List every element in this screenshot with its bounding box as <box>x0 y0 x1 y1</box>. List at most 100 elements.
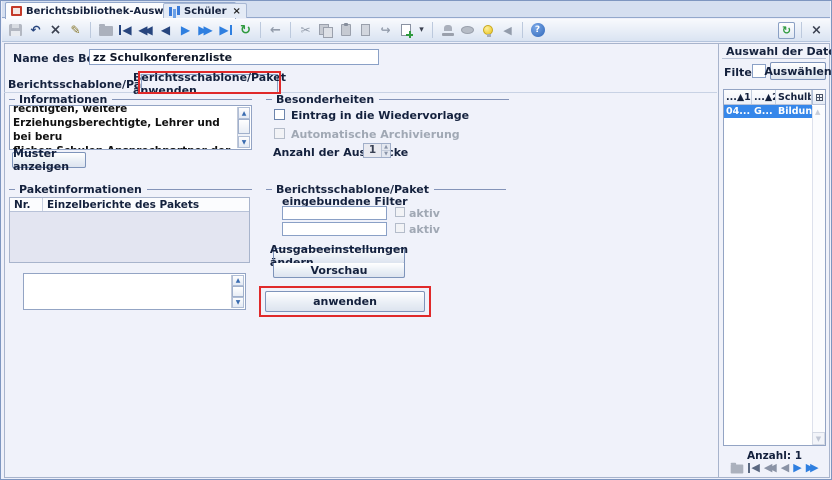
floppy-disk-icon <box>9 24 22 36</box>
edit-icon[interactable]: ✎ <box>67 22 84 39</box>
oval-badge-icon[interactable] <box>459 22 476 39</box>
tab-schablone-anwenden[interactable]: Berichtsschablone/Paket anwenden <box>141 74 278 93</box>
window-tab-bar: Berichtsbibliothek-Auswertungen × Schüle… <box>2 1 830 18</box>
spin-up-icon[interactable]: ▲ <box>382 144 390 151</box>
ausgabeeinstellungen-button[interactable]: Ausgabeeinstellungen ändern <box>273 248 405 264</box>
filter2-aktiv-label: aktiv <box>409 223 440 236</box>
anwenden-button[interactable]: anwenden <box>265 291 425 312</box>
informationen-textarea[interactable]: rechtigten, weitere Erziehungsberechtigt… <box>9 105 252 150</box>
muster-anzeigen-button[interactable]: Muster anzeigen <box>12 152 86 168</box>
informationen-text: rechtigten, weitere Erziehungsberechtigt… <box>13 105 235 150</box>
refresh-data-button[interactable]: ↻ <box>778 22 795 39</box>
new-document-icon[interactable] <box>397 22 414 39</box>
report-name-input[interactable] <box>89 49 379 65</box>
nav-first-icon[interactable]: ◀ <box>117 22 134 39</box>
paket-table[interactable]: Nr. Einzelberichte des Pakets <box>9 197 250 263</box>
toolbar-right-group: ↻ × <box>778 22 825 39</box>
column-header-nr[interactable]: Nr. <box>10 198 43 211</box>
spin-down-icon[interactable]: ▼ <box>382 151 390 157</box>
copy-icon[interactable] <box>317 22 334 39</box>
grid-scrollbar[interactable]: ▲ ▼ <box>812 106 825 445</box>
toolbar-separator <box>260 22 261 38</box>
nav-prev-fast-icon[interactable]: ◀◀ <box>764 461 777 474</box>
nav-prev-icon[interactable]: ◀ <box>781 461 789 474</box>
grid-column-schulbezeichnung[interactable]: Schulbezei... <box>776 90 812 104</box>
wiedervorlage-label: Eintrag in die Wiedervorlage <box>291 109 469 122</box>
document-icon[interactable] <box>357 22 374 39</box>
toolbar-separator <box>522 22 523 38</box>
first-record-glyph: ◀ <box>119 25 131 35</box>
redo-icon[interactable]: ↪ <box>377 22 394 39</box>
scroll-down-button[interactable]: ▼ <box>238 136 250 148</box>
undo-icon[interactable]: ↶ <box>27 22 44 39</box>
text-line: rechtigten, weitere Erziehungsberechtigt… <box>13 105 235 144</box>
sidebar-separator <box>722 58 826 59</box>
column-header-einzelberichte[interactable]: Einzelberichte des Pakets <box>43 198 249 211</box>
cut-icon[interactable]: ✂ <box>297 22 314 39</box>
toolbar-separator <box>432 22 433 38</box>
grid-icon <box>816 94 823 101</box>
tab-schueler[interactable]: Schüler × <box>163 3 247 18</box>
archivierung-label: Automatische Archivierung <box>291 128 460 141</box>
nav-last-icon[interactable]: ▶ <box>217 22 234 39</box>
nav-prev-icon[interactable]: ◀ <box>157 22 174 39</box>
folder-glyph <box>99 26 113 36</box>
grid-column-sort2[interactable]: ...▲2 <box>752 90 776 104</box>
grid-column-sort1[interactable]: ...▲1 <box>724 90 752 104</box>
filter1-aktiv-label: aktiv <box>409 207 440 220</box>
megaphone-icon[interactable]: ◀ <box>499 22 516 39</box>
grid-cell: Bildungsz... <box>776 105 812 118</box>
hint-bulb-icon[interactable] <box>479 22 496 39</box>
nav-next-icon[interactable]: ▶ <box>793 461 801 474</box>
nav-next-icon[interactable]: ▶ <box>177 22 194 39</box>
paket-listbox[interactable]: ▲ ▼ <box>23 273 246 310</box>
folder-icon[interactable] <box>97 22 114 39</box>
paste-icon[interactable] <box>337 22 354 39</box>
nav-next-fast-icon[interactable]: ▶▶ <box>806 461 819 474</box>
grid-selected-row[interactable]: 04... G... Bildungsz... <box>724 105 812 118</box>
filter1-input[interactable] <box>282 206 387 220</box>
nav-prev-fast-icon[interactable]: ◀◀ <box>137 22 154 39</box>
tab-label: Schüler <box>184 6 227 17</box>
vertical-scrollbar[interactable]: ▲ ▼ <box>231 275 244 308</box>
ausdrucke-spinner[interactable]: 1 ▲ ▼ <box>363 143 391 158</box>
wiedervorlage-checkbox[interactable] <box>274 109 285 120</box>
stamp-icon[interactable] <box>439 22 456 39</box>
scrollbar-thumb[interactable] <box>232 286 244 297</box>
save-icon[interactable] <box>7 22 24 39</box>
vertical-scrollbar[interactable]: ▲ ▼ <box>237 107 250 148</box>
nav-next-fast-icon[interactable]: ▶▶ <box>197 22 214 39</box>
copy-pages-glyph <box>319 24 332 36</box>
filter2-input[interactable] <box>282 222 387 236</box>
column-select-button[interactable] <box>812 90 825 104</box>
last-record-glyph: ▶ <box>219 25 231 35</box>
document-glyph <box>361 24 370 36</box>
scroll-down-icon[interactable]: ▼ <box>812 432 825 445</box>
dropdown-arrow-icon[interactable]: ▾ <box>417 22 426 39</box>
scroll-down-button[interactable]: ▼ <box>232 297 244 308</box>
report-library-icon <box>11 6 22 16</box>
spinner-value: 1 <box>364 144 381 157</box>
main-toolbar: ↶ × ✎ ◀ ◀◀ ◀ ▶ ▶▶ ▶ ↻ ← ✂ ↪ ▾ ◀ ? ↻ × <box>2 19 830 42</box>
help-icon[interactable]: ? <box>529 22 546 39</box>
stamp-glyph <box>442 25 454 36</box>
tab-close-icon[interactable]: × <box>233 6 241 17</box>
group-title-text: Auswahl der Daten <box>726 45 832 58</box>
delete-icon[interactable]: × <box>47 22 64 39</box>
scroll-up-button[interactable]: ▲ <box>238 107 250 119</box>
scroll-up-button[interactable]: ▲ <box>232 275 244 286</box>
help-glyph: ? <box>531 23 545 37</box>
back-arrow-icon[interactable]: ← <box>267 22 284 39</box>
spinner-arrows: ▲ ▼ <box>381 144 390 157</box>
data-selection-grid[interactable]: ...▲1 ...▲2 Schulbezei... 04... G... Bil… <box>723 89 826 446</box>
scrollbar-thumb[interactable] <box>238 119 250 134</box>
folder-icon[interactable] <box>731 464 744 473</box>
refresh-icon[interactable]: ↻ <box>237 22 254 39</box>
nav-first-icon[interactable]: ◀ <box>748 463 759 473</box>
toolbar-separator <box>801 22 802 38</box>
auswaehlen-button[interactable]: Auswählen <box>770 62 826 80</box>
group-title-text: Besonderheiten <box>276 93 374 106</box>
vorschau-button[interactable]: Vorschau <box>273 263 405 278</box>
close-panel-icon[interactable]: × <box>808 22 825 39</box>
scroll-up-icon[interactable]: ▲ <box>815 108 820 116</box>
